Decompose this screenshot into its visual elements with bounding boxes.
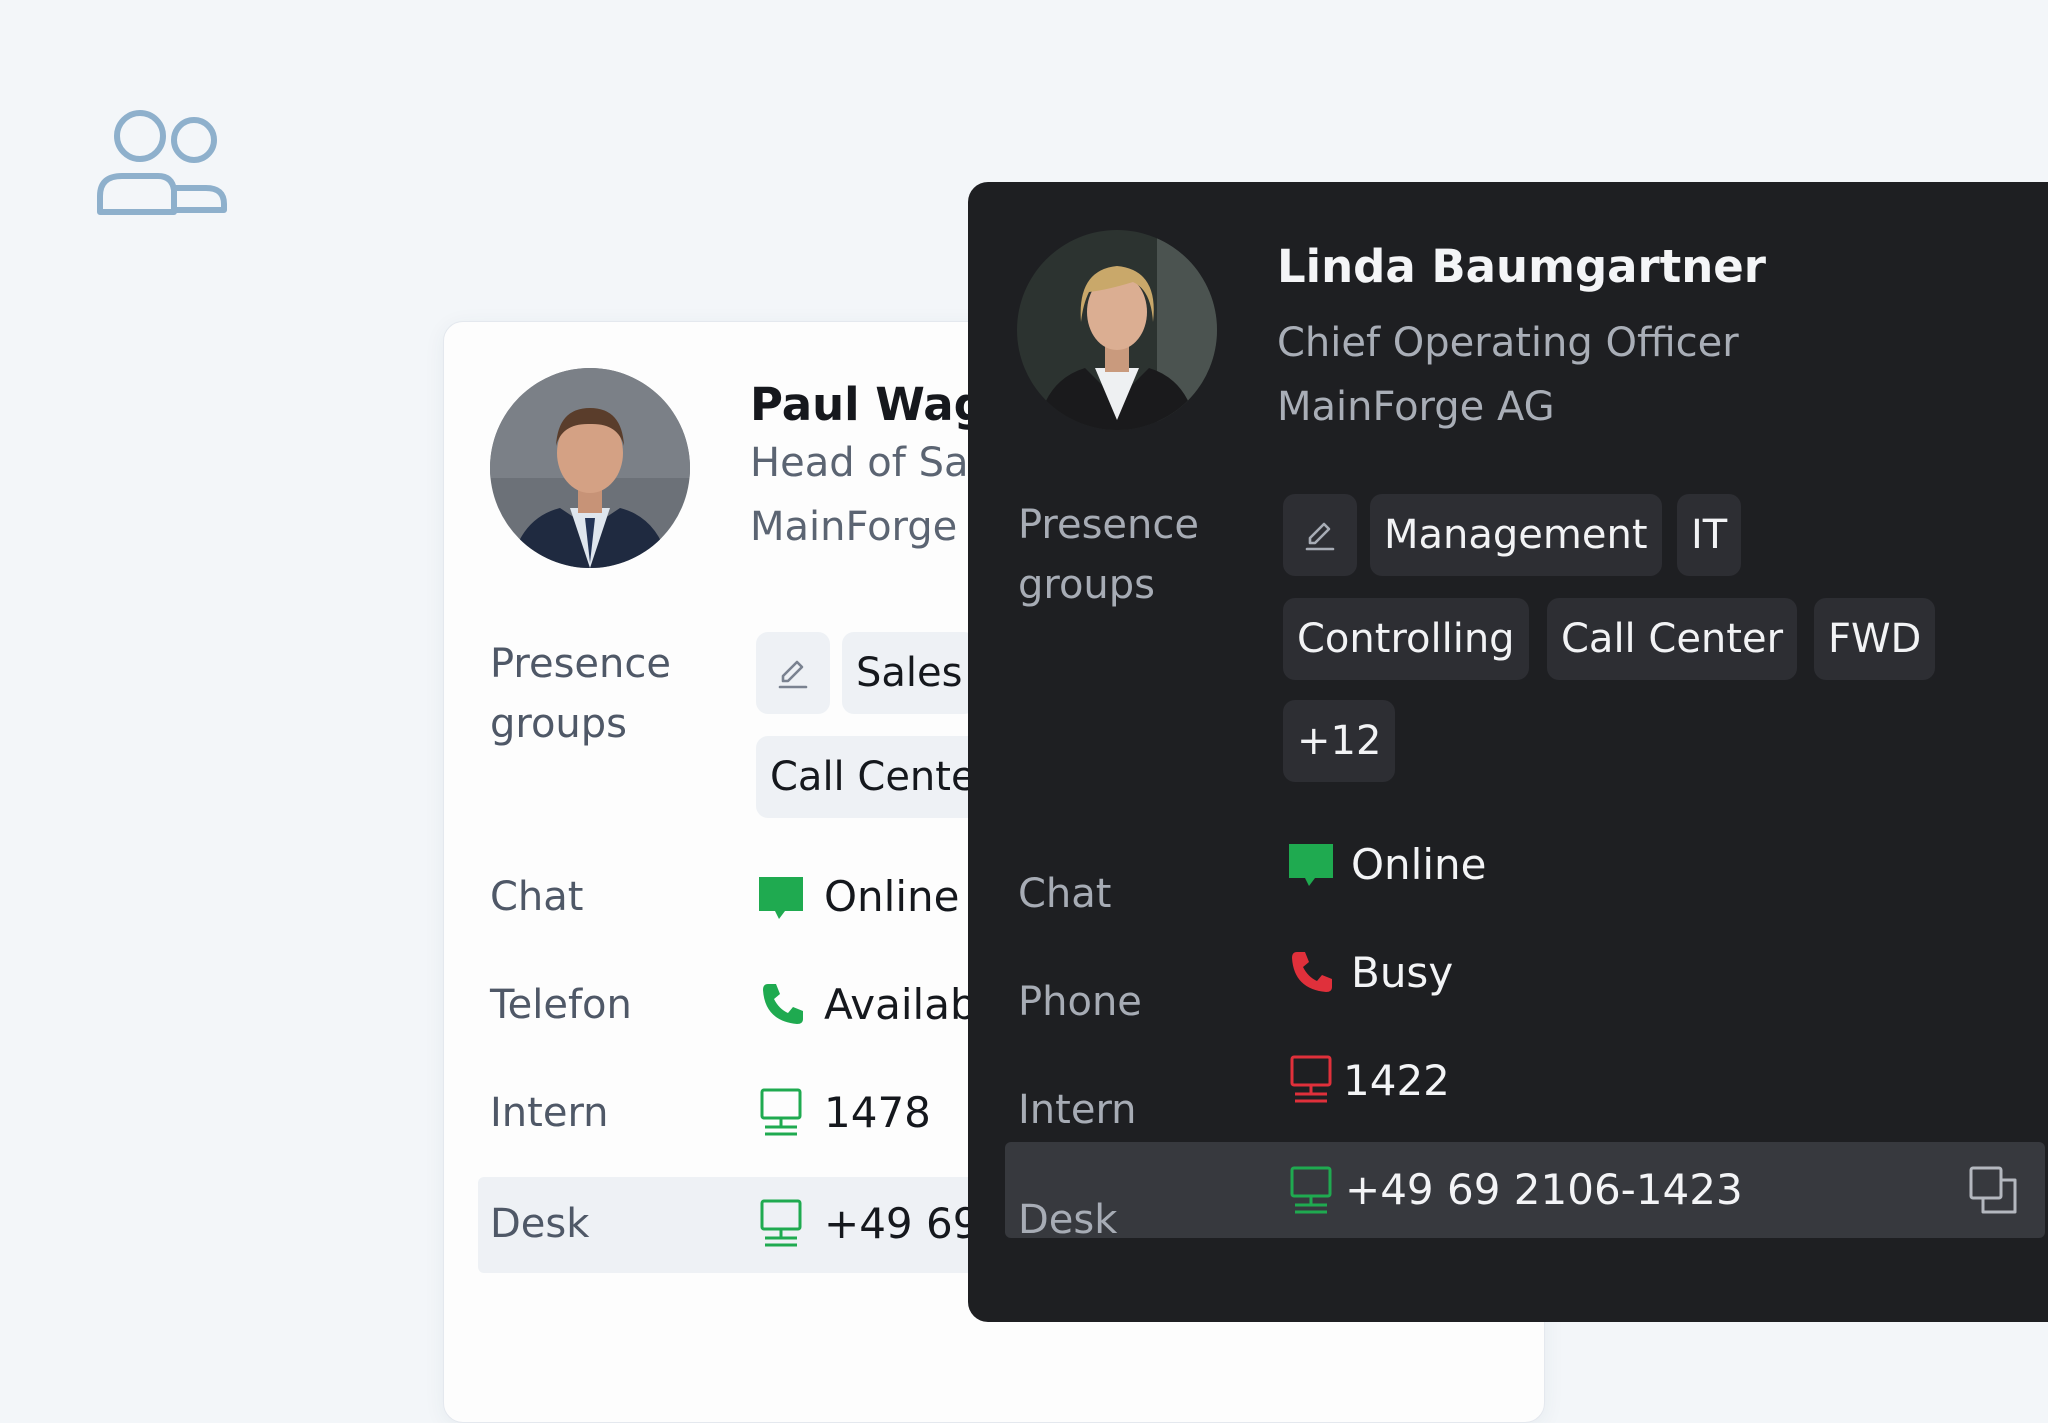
group-chip[interactable]: Controlling: [1283, 598, 1529, 680]
group-chip[interactable]: Call Center: [1547, 598, 1798, 680]
chat-label: Chat: [490, 874, 584, 920]
phone-status: Busy: [1351, 948, 1454, 997]
phone-label: Phone: [1018, 979, 1142, 1025]
desk-label: Desk: [490, 1201, 590, 1247]
group-chip[interactable]: FWD: [1814, 598, 1936, 680]
copy-icon: [1969, 1166, 2017, 1214]
intern-number: 1422: [1343, 1056, 1450, 1105]
chat-label: Chat: [1018, 871, 1112, 917]
contact-company: MainForge: [750, 504, 958, 550]
intern-number: 1478: [824, 1088, 931, 1137]
contact-card-linda: Linda Baumgartner Chief Operating Office…: [968, 182, 2048, 1322]
group-chip[interactable]: Management: [1370, 494, 1662, 576]
contact-title: Chief Operating Officer: [1277, 320, 1739, 366]
desk-phone-icon: [1290, 1166, 1332, 1214]
phone-icon: [1292, 952, 1332, 992]
contact-name: Paul Wag: [750, 378, 986, 431]
desk-phone-icon: [760, 1088, 802, 1136]
copy-button[interactable]: [1966, 1163, 2020, 1217]
more-groups-chip[interactable]: +12: [1283, 700, 1396, 782]
chat-bubble-icon: [759, 877, 803, 919]
phone-label: Telefon: [490, 982, 632, 1028]
chat-status: Online: [1351, 840, 1487, 889]
edit-groups-button[interactable]: [756, 632, 830, 714]
phone-icon: [763, 984, 803, 1024]
desk-phone-icon: [760, 1199, 802, 1247]
desk-label: Desk: [1018, 1197, 1118, 1243]
intern-label: Intern: [490, 1090, 609, 1136]
contact-company: MainForge AG: [1277, 384, 1555, 430]
desk-number[interactable]: +49 69: [824, 1194, 979, 1254]
group-chip[interactable]: IT: [1677, 494, 1742, 576]
pencil-icon: [1305, 522, 1335, 551]
desk-number[interactable]: +49 69 2106-1423: [1345, 1160, 1743, 1220]
pencil-icon: [778, 660, 808, 689]
edit-groups-button[interactable]: [1283, 494, 1357, 576]
phone-status: Availab: [824, 980, 977, 1029]
avatar: [1017, 230, 1217, 430]
chat-bubble-icon: [1289, 844, 1333, 886]
desk-phone-icon: [1290, 1055, 1332, 1103]
intern-label: Intern: [1018, 1087, 1137, 1133]
presence-groups-label: Presence groups: [490, 641, 671, 747]
presence-groups-label: Presence groups: [1018, 502, 1199, 608]
group-chip[interactable]: Call Cente: [756, 736, 990, 818]
avatar: [490, 368, 690, 568]
chat-status: Online: [824, 872, 960, 921]
users-icon: [97, 110, 227, 215]
group-chip[interactable]: Sales: [842, 632, 977, 714]
contact-title: Head of Sa: [750, 440, 969, 486]
contact-name: Linda Baumgartner: [1277, 240, 1767, 293]
